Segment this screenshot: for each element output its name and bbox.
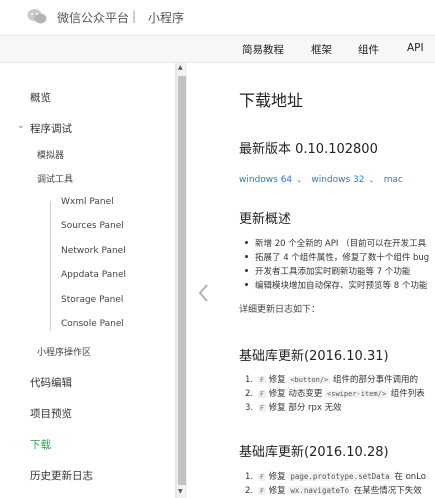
item-text: 修复: [268, 375, 286, 385]
lib-update-1-title: 基础库更新(2016.10.31): [239, 349, 389, 364]
brand-subtitle[interactable]: 小程序: [148, 9, 184, 26]
list-item: 编辑模块增加自动保存、实时预览等 8 个功能: [245, 279, 427, 291]
lib-update-2-title: 基础库更新(2016.10.28): [239, 445, 389, 460]
sidebar-item-storage-panel[interactable]: Storage Panel: [61, 295, 123, 305]
item-number: 1.: [245, 375, 254, 385]
code-tag: wx.navigateTo: [288, 486, 352, 495]
detail-log-label: 详细更新日志如下：: [239, 305, 321, 315]
code-tag: <swiper-item/>: [325, 390, 389, 398]
bullet-text: 编辑模块增加自动保存、实时预览等 8 个功能: [255, 281, 428, 291]
item-number: 2.: [245, 486, 254, 496]
page-title: 下载地址: [239, 91, 304, 110]
nav-tutorial[interactable]: 简易教程: [242, 42, 284, 57]
nav-framework[interactable]: 框架: [311, 42, 332, 57]
sidebar: 概览 ⌄ 程序调试 模拟器 调试工具 Wxml Panel Sources Pa…: [0, 63, 176, 498]
sidebar-item-simulator[interactable]: 模拟器: [37, 148, 64, 161]
sidebar-item-download[interactable]: 下载: [30, 437, 51, 452]
link-mac[interactable]: mac: [384, 175, 403, 185]
list-item: 开发者工具添加实时刷新功能等 7 个功能: [245, 265, 410, 277]
list-item: 新增 20 个全新的 API （目前可以在开发工具: [245, 237, 426, 249]
brand-separator: |: [132, 9, 137, 23]
sidebar-item-overview[interactable]: 概览: [30, 90, 51, 105]
code-tag: <button/>: [288, 376, 331, 384]
list-item: 1. F 修复 <button/> 组件的部分事件调用的: [245, 373, 418, 385]
link-windows-64[interactable]: windows 64: [239, 175, 292, 185]
sidebar-item-network-panel[interactable]: Network Panel: [61, 246, 126, 256]
sidebar-scrollbar-thumb[interactable]: [178, 76, 186, 485]
item-text: 在 onLo: [394, 472, 426, 482]
item-number: 1.: [245, 472, 254, 482]
sidebar-item-operations[interactable]: 小程序操作区: [37, 345, 91, 358]
nav-components[interactable]: 组件: [358, 42, 379, 57]
sidebar-item-appdata-panel[interactable]: Appdata Panel: [61, 270, 126, 280]
bullet-text: 新增 20 个全新的 API （目前可以在开发工具: [255, 239, 427, 249]
chevron-down-icon[interactable]: ⌄: [17, 121, 25, 131]
list-item: 2. F 修复 动态变更 <swiper-item/> 组件列表: [245, 387, 425, 399]
list-item: 拓展了 4 个组件属性，修复了数十个组件 bug: [245, 251, 429, 263]
link-separator: 、: [297, 175, 307, 185]
fix-badge: F: [258, 376, 266, 384]
fix-badge: F: [258, 404, 266, 412]
item-text: 组件列表: [390, 389, 425, 399]
bullet-text: 拓展了 4 个组件属性，修复了数十个组件 bug: [255, 253, 430, 263]
scroll-down-icon[interactable]: ▼: [178, 488, 183, 495]
link-windows-32[interactable]: windows 32: [311, 175, 364, 185]
sidebar-item-debug[interactable]: 程序调试: [30, 121, 72, 136]
sidebar-item-console-panel[interactable]: Console Panel: [61, 319, 124, 329]
item-number: 3.: [245, 403, 254, 413]
scroll-up-icon[interactable]: ▲: [178, 64, 183, 71]
item-text: 组件的部分事件调用的: [332, 375, 418, 385]
item-number: 2.: [245, 389, 254, 399]
link-separator: 、: [369, 175, 379, 185]
chevron-left-icon[interactable]: [196, 282, 212, 304]
fix-badge: F: [258, 390, 266, 398]
top-header: 微信公众平台 | 小程序: [0, 0, 435, 35]
item-text: 修复 部分 rpx 无效: [268, 403, 342, 413]
item-text: 修复: [268, 486, 286, 496]
code-tag: page.prototype.setData: [288, 472, 392, 481]
fix-badge: F: [258, 473, 266, 481]
download-links: windows 64 、 windows 32 、 mac: [239, 167, 403, 186]
sidebar-item-wxml-panel[interactable]: Wxml Panel: [61, 197, 114, 207]
nav-api[interactable]: API: [407, 42, 424, 54]
tree-line: [50, 201, 51, 331]
list-item: 3. F 修复 部分 rpx 无效: [245, 401, 342, 413]
brand-title[interactable]: 微信公众平台: [57, 9, 129, 26]
item-text: 修复 动态变更: [268, 389, 323, 399]
item-text: 修复: [268, 472, 286, 482]
wechat-logo-icon: [27, 9, 47, 24]
top-nav: 简易教程 框架 组件 API: [0, 35, 435, 63]
sidebar-item-sources-panel[interactable]: Sources Panel: [61, 221, 124, 231]
bullet-text: 开发者工具添加实时刷新功能等 7 个功能: [255, 267, 411, 277]
sidebar-item-code-edit[interactable]: 代码编辑: [30, 375, 72, 390]
collapse-gutter: [188, 63, 221, 498]
sidebar-item-debug-tools[interactable]: 调试工具: [37, 172, 73, 185]
sidebar-item-preview[interactable]: 项目预览: [30, 406, 72, 421]
latest-version: 最新版本 0.10.102800: [239, 142, 378, 157]
overview-title: 更新概述: [239, 212, 292, 227]
list-item: 2. F 修复 wx.navigateTo 在某些情况下失效: [245, 484, 422, 496]
item-text: 在某些情况下失效: [353, 486, 422, 496]
main-content: 下载地址 最新版本 0.10.102800 windows 64 、 windo…: [221, 63, 435, 498]
sidebar-item-history[interactable]: 历史更新日志: [30, 468, 93, 483]
fix-badge: F: [258, 487, 266, 495]
list-item: 1. F 修复 page.prototype.setData 在 onLo: [245, 470, 426, 482]
